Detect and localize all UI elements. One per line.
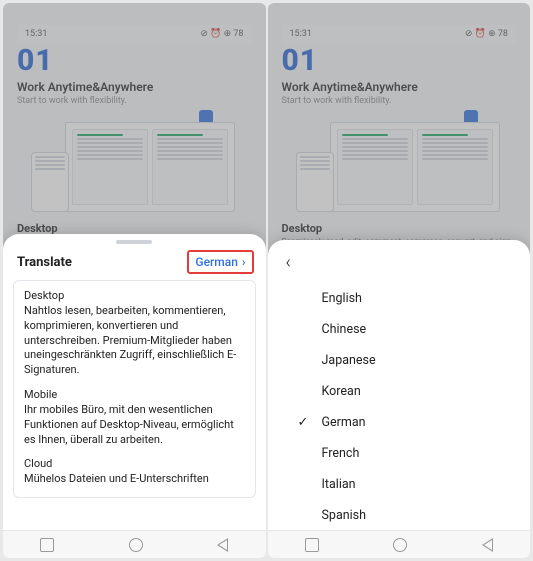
android-nav-bar — [268, 530, 531, 558]
language-label: Italian — [322, 477, 356, 492]
t-desktop-heading: Desktop — [24, 289, 245, 304]
t-cloud-heading: Cloud — [24, 457, 245, 472]
sheet-grabber[interactable] — [116, 240, 152, 244]
language-label: French — [322, 446, 360, 461]
back-button[interactable]: ‹ — [282, 252, 291, 273]
home-icon[interactable] — [393, 538, 407, 552]
language-label: Japanese — [322, 353, 376, 368]
language-option[interactable]: Spanish — [292, 500, 521, 531]
translation-output[interactable]: Desktop Nahtlos lesen, bearbeiten, komme… — [13, 280, 256, 498]
t-mobile-text: Ihr mobiles Büro, mit den wesentlichen F… — [24, 403, 245, 448]
language-option[interactable]: French — [292, 438, 521, 469]
status-icons: ⊘ ⏰ ⊕ 78 — [200, 29, 243, 39]
status-icons: ⊘ ⏰ ⊕ 78 — [465, 29, 508, 39]
page-number: 01 — [282, 43, 517, 78]
phone-left: 15:31 ⊘ ⏰ ⊕ 78 01 Work Anytime&Anywhere … — [3, 3, 266, 558]
sheet-title: Translate — [17, 255, 72, 270]
t-desktop-text: Nahtlos lesen, bearbeiten, kommentieren,… — [24, 304, 245, 378]
language-list: English Chinese Japanese Korean ✓ German Frenc… — [268, 279, 531, 539]
language-select-button[interactable]: German › — [187, 250, 253, 274]
language-label: Chinese — [322, 322, 367, 337]
status-time: 15:31 — [290, 29, 312, 39]
language-option[interactable]: Japanese — [292, 345, 521, 376]
recents-icon[interactable] — [305, 538, 319, 552]
t-cloud-text: Mühelos Dateien und E-Unterschriften — [24, 472, 245, 487]
language-option[interactable]: ✓ German — [292, 407, 521, 438]
back-icon[interactable] — [482, 538, 493, 552]
device-illustration — [294, 118, 504, 212]
status-bar: 15:31 ⊘ ⏰ ⊕ 78 — [17, 25, 252, 43]
language-picker-sheet: ‹ English Chinese Japanese Korean ✓ German Fre… — [268, 240, 531, 530]
back-icon[interactable] — [217, 538, 228, 552]
status-bar: 15:31 ⊘ ⏰ ⊕ 78 — [282, 25, 517, 43]
selected-language-label: German — [195, 255, 237, 269]
page-number: 01 — [17, 43, 252, 78]
language-option[interactable]: Korean — [292, 376, 521, 407]
language-label: Spanish — [322, 508, 367, 523]
bg-subtitle: Start to work with flexibility. — [17, 96, 252, 106]
home-icon[interactable] — [129, 538, 143, 552]
status-time: 15:31 — [25, 29, 47, 39]
language-label: English — [322, 291, 362, 306]
bg-title: Work Anytime&Anywhere — [17, 80, 252, 94]
phone-right: 15:31 ⊘ ⏰ ⊕ 78 01 Work Anytime&Anywhere … — [268, 3, 531, 558]
language-label: German — [322, 415, 366, 430]
chevron-right-icon: › — [242, 255, 246, 269]
bg-title: Work Anytime&Anywhere — [282, 80, 517, 94]
bg-subtitle: Start to work with flexibility. — [282, 96, 517, 106]
language-option[interactable]: Chinese — [292, 314, 521, 345]
recents-icon[interactable] — [40, 538, 54, 552]
android-nav-bar — [3, 530, 266, 558]
t-mobile-heading: Mobile — [24, 388, 245, 403]
language-label: Korean — [322, 384, 361, 399]
check-icon: ✓ — [298, 415, 312, 430]
translate-sheet: Translate German › Desktop Nahtlos lesen… — [3, 234, 266, 530]
device-illustration — [29, 118, 239, 212]
language-option[interactable]: English — [292, 283, 521, 314]
bg-desktop-heading: Desktop — [282, 222, 517, 235]
language-option[interactable]: Italian — [292, 469, 521, 500]
